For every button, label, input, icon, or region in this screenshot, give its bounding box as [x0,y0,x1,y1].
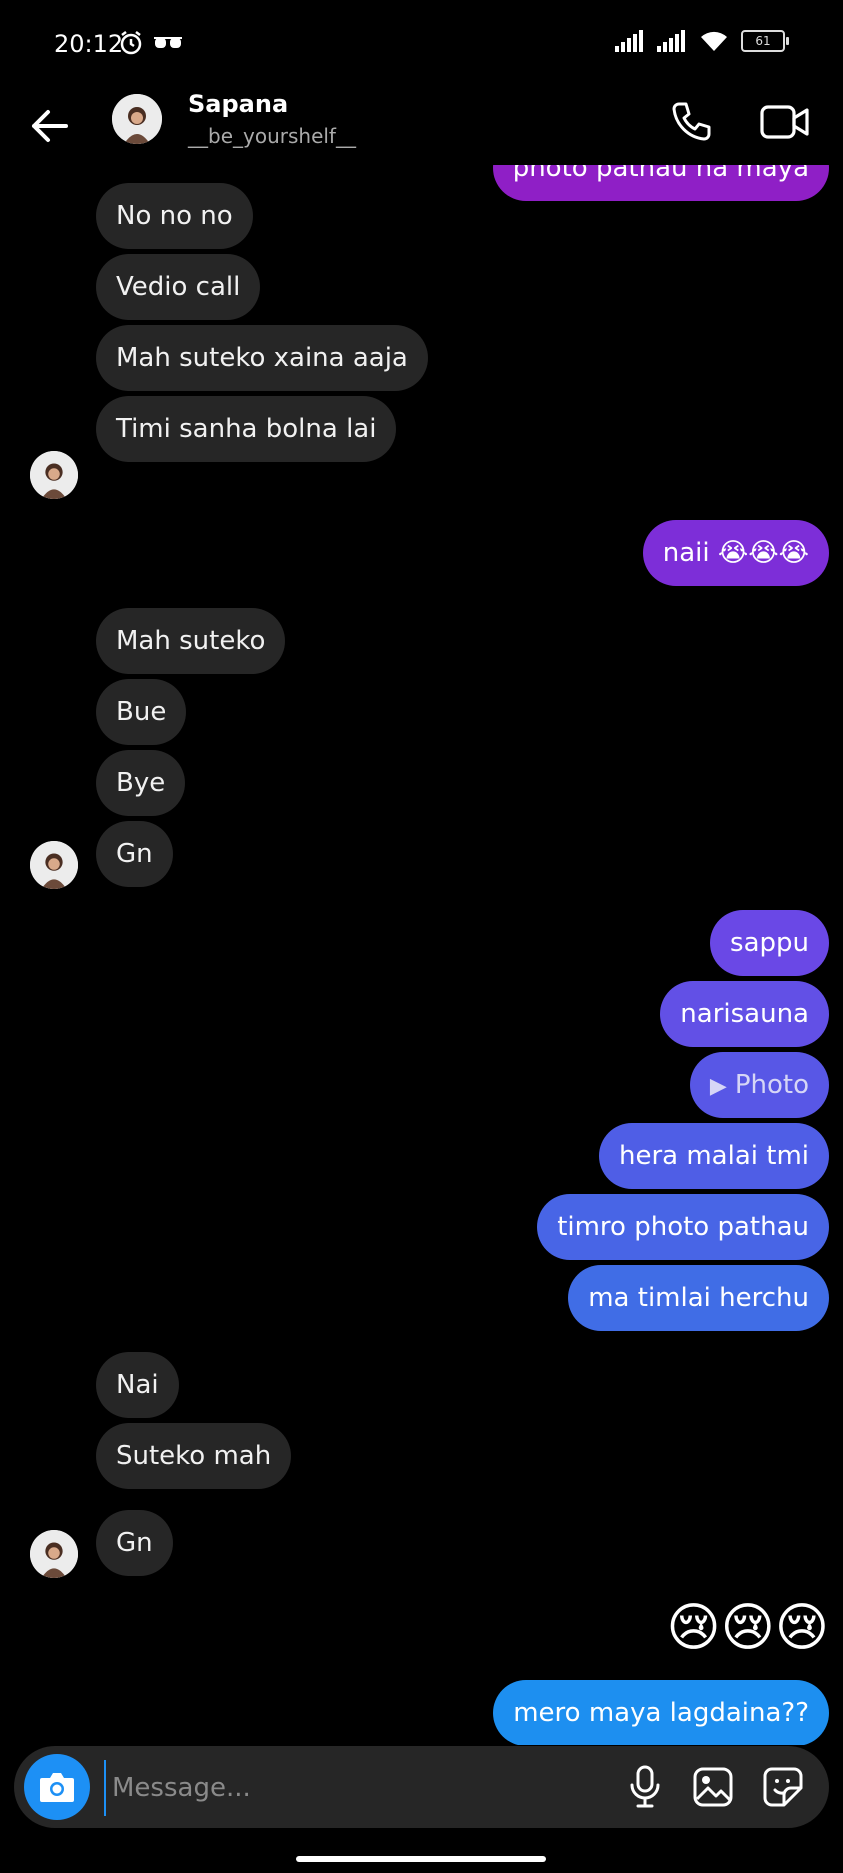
message-outgoing[interactable]: hera malai tmi [598,1123,829,1189]
message-outgoing[interactable]: naii 😭😭😭 [642,520,829,586]
microphone-icon [630,1765,660,1808]
message-incoming[interactable]: Nai [96,1352,179,1418]
emoji-message[interactable]: 😢😢😢 [666,1598,829,1658]
play-icon: ▶ [709,1074,727,1099]
back-button[interactable] [26,102,74,150]
contact-avatar[interactable] [112,94,162,144]
audio-call-button[interactable] [667,98,715,146]
sender-avatar[interactable] [30,451,78,499]
video-call-button[interactable] [759,98,811,146]
photo-label: Photo [734,1070,809,1100]
signal-icon [615,30,643,52]
message-outgoing[interactable]: narisauna [660,981,829,1047]
status-time: 20:12 [54,30,124,58]
sticker-button[interactable] [756,1760,810,1814]
avatar-image [30,1530,78,1578]
photo-message[interactable]: ▶ Photo [689,1052,829,1118]
battery-icon: 61 [741,30,789,52]
phone-icon [672,102,711,141]
message-thread[interactable]: photo pathau na maya No no no Vedio call… [0,165,843,1745]
message-incoming[interactable]: Bue [96,679,187,745]
camera-button[interactable] [24,1754,90,1820]
home-indicator[interactable] [296,1856,546,1862]
sender-avatar[interactable] [30,841,78,889]
message-outgoing[interactable]: photo pathau na maya [492,165,829,201]
message-incoming[interactable]: Gn [96,821,173,887]
sender-avatar[interactable] [30,1530,78,1578]
chat-header: Sapana __be_yourshelf__ [0,90,843,170]
message-incoming[interactable]: Bye [96,750,186,816]
contact-handle[interactable]: __be_yourshelf__ [188,124,356,148]
message-incoming[interactable]: Gn [96,1510,173,1576]
sticker-icon [763,1767,803,1807]
message-incoming[interactable]: Suteko mah [96,1423,292,1489]
camera-icon [40,1773,74,1802]
video-camera-icon [760,105,809,139]
message-incoming[interactable]: Mah suteko xaina aaja [96,325,428,391]
arrow-left-icon [32,110,68,142]
message-incoming[interactable]: No no no [96,183,253,249]
message-outgoing[interactable]: ma timlai herchu [568,1265,829,1331]
signal-icon [657,30,685,52]
avatar-image [30,451,78,499]
voice-message-button[interactable] [618,1760,672,1814]
contact-name[interactable]: Sapana [188,90,288,118]
status-bar: 20:12 61 [0,0,843,90]
message-incoming[interactable]: Timi sanha bolna lai [96,396,397,462]
image-icon [693,1767,733,1807]
message-input[interactable] [104,1760,614,1816]
glasses-icon [154,37,182,48]
message-composer [14,1746,829,1828]
message-outgoing[interactable]: timro photo pathau [537,1194,829,1260]
avatar-image [112,94,162,144]
message-outgoing[interactable]: sappu [710,910,829,976]
wifi-icon [701,31,727,51]
avatar-image [30,841,78,889]
gallery-button[interactable] [686,1760,740,1814]
message-outgoing[interactable]: mero maya lagdaina?? [493,1680,829,1745]
message-incoming[interactable]: Vedio call [96,254,261,320]
message-incoming[interactable]: Mah suteko [96,608,286,674]
alarm-icon [120,31,142,55]
